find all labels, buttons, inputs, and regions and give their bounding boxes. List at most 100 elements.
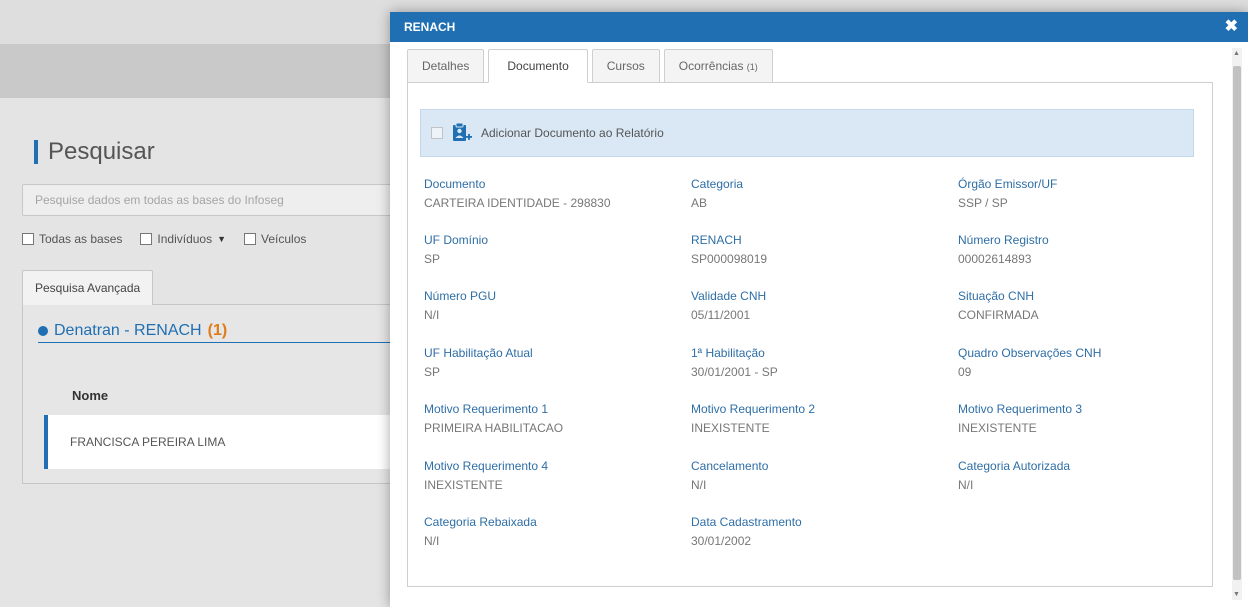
field-motivo-requerimento-1: Motivo Requerimento 1 PRIMEIRA HABILITAC… xyxy=(424,402,563,435)
filter-all-bases[interactable]: Todas as bases xyxy=(22,232,122,246)
field-data-cadastramento: Data Cadastramento 30/01/2002 xyxy=(691,515,802,548)
field-numero-pgu: Número PGU N/I xyxy=(424,289,496,322)
field-label: Data Cadastramento xyxy=(691,515,802,529)
field-value: CONFIRMADA xyxy=(958,308,1039,322)
field-value: INEXISTENTE xyxy=(691,421,770,435)
filter-all-bases-label: Todas as bases xyxy=(39,232,123,246)
page-title: Pesquisar xyxy=(34,138,155,166)
document-tab-panel: Adicionar Documento ao Relatório Documen… xyxy=(407,82,1213,587)
field-uf-habilitacao-atual: UF Habilitação Atual SP xyxy=(424,346,533,379)
field-validade-cnh: Validade CNH 05/11/2001 xyxy=(691,289,766,322)
filter-vehicles[interactable]: Veículos xyxy=(244,232,306,246)
field-label: RENACH xyxy=(691,233,742,247)
field-motivo-requerimento-3: Motivo Requerimento 3 INEXISTENTE xyxy=(958,402,1082,435)
field-label: Quadro Observações CNH xyxy=(958,346,1102,360)
field-label: Motivo Requerimento 4 xyxy=(424,459,549,473)
field-label: Número Registro xyxy=(958,233,1049,247)
field-label: Cancelamento xyxy=(691,459,769,473)
add-to-report-bar[interactable]: Adicionar Documento ao Relatório xyxy=(420,109,1194,157)
field-label: Categoria Rebaixada xyxy=(424,515,537,529)
field-value: SSP / SP xyxy=(958,196,1008,210)
field-label: Documento xyxy=(424,177,486,191)
field-label: Órgão Emissor/UF xyxy=(958,177,1058,191)
modal-header: RENACH xyxy=(390,12,1248,42)
renach-modal: RENACH ✖ Detalhes Documento Cursos Ocorr… xyxy=(390,12,1248,607)
filter-individuals-checkbox[interactable] xyxy=(140,233,153,245)
filter-all-bases-checkbox[interactable] xyxy=(22,233,34,245)
field-value: AB xyxy=(691,196,708,210)
field-label: UF Habilitação Atual xyxy=(424,346,533,360)
results-section-count: (1) xyxy=(207,322,228,339)
collapse-icon[interactable] xyxy=(38,326,48,336)
tab-occurrences[interactable]: Ocorrências (1) xyxy=(663,49,773,83)
field-label: Número PGU xyxy=(424,289,497,303)
chevron-down-icon[interactable]: ▼ xyxy=(217,234,226,244)
scrollbar-thumb[interactable] xyxy=(1233,66,1241,580)
modal-title: RENACH xyxy=(404,20,456,34)
scroll-up-icon[interactable]: ▲ xyxy=(1233,50,1240,57)
field-label: Motivo Requerimento 1 xyxy=(424,402,549,416)
search-input[interactable] xyxy=(22,184,402,216)
field-label: Motivo Requerimento 2 xyxy=(691,402,816,416)
results-section-header[interactable]: Denatran - RENACH (1) xyxy=(38,322,227,340)
field-value: N/I xyxy=(691,478,707,492)
scroll-down-icon[interactable]: ▼ xyxy=(1233,591,1240,598)
close-icon[interactable]: ✖ xyxy=(1225,12,1238,42)
field-categoria-autorizada: Categoria Autorizada N/I xyxy=(958,459,1070,492)
title-accent-bar xyxy=(34,140,38,164)
tab-occurrences-label: Ocorrências xyxy=(678,59,744,73)
tab-courses[interactable]: Cursos xyxy=(591,49,660,83)
field-cancelamento: Cancelamento N/I xyxy=(691,459,768,492)
results-section-title: Denatran - RENACH xyxy=(54,322,202,339)
field-primeira-habilitacao: 1ª Habilitação 30/01/2001 - SP xyxy=(691,346,778,379)
add-to-report-label: Adicionar Documento ao Relatório xyxy=(481,126,664,140)
field-value: N/I xyxy=(958,478,974,492)
field-label: Motivo Requerimento 3 xyxy=(958,402,1083,416)
field-situacao-cnh: Situação CNH CONFIRMADA xyxy=(958,289,1039,322)
field-categoria: Categoria AB xyxy=(691,177,743,210)
field-value: SP xyxy=(424,365,441,379)
field-categoria-rebaixada: Categoria Rebaixada N/I xyxy=(424,515,537,548)
page-title-text: Pesquisar xyxy=(48,138,155,165)
tab-details[interactable]: Detalhes xyxy=(407,49,485,83)
field-value: N/I xyxy=(424,308,440,322)
field-motivo-requerimento-4: Motivo Requerimento 4 INEXISTENTE xyxy=(424,459,548,492)
field-label: UF Domínio xyxy=(424,233,489,247)
filter-individuals[interactable]: Indivíduos ▼ xyxy=(140,232,226,246)
field-label: 1ª Habilitação xyxy=(691,346,765,360)
filter-vehicles-label: Veículos xyxy=(261,232,307,246)
tab-document[interactable]: Documento xyxy=(488,49,588,83)
field-renach: RENACH SP000098019 xyxy=(691,233,767,266)
field-value: PRIMEIRA HABILITACAO xyxy=(424,421,564,435)
field-value: SP xyxy=(424,252,441,266)
field-value: INEXISTENTE xyxy=(958,421,1037,435)
add-document-icon xyxy=(451,122,473,144)
tab-occurrences-count: (1) xyxy=(746,62,758,72)
field-label: Situação CNH xyxy=(958,289,1035,303)
search-filters: Todas as bases Indivíduos ▼ Veículos xyxy=(22,232,306,246)
field-label: Categoria xyxy=(691,177,744,191)
field-value: INEXISTENTE xyxy=(424,478,503,492)
field-uf-dominio: UF Domínio SP xyxy=(424,233,488,266)
field-value: 09 xyxy=(958,365,972,379)
field-label: Validade CNH xyxy=(691,289,767,303)
field-value: N/I xyxy=(424,534,440,548)
field-orgao-emissor: Órgão Emissor/UF SSP / SP xyxy=(958,177,1057,210)
modal-scrollbar[interactable]: ▲ ▼ xyxy=(1232,48,1242,600)
modal-tabs: Detalhes Documento Cursos Ocorrências (1… xyxy=(407,49,777,83)
field-value: CARTEIRA IDENTIDADE - 298830 xyxy=(424,196,611,210)
field-label: Categoria Autorizada xyxy=(958,459,1071,473)
filter-vehicles-checkbox[interactable] xyxy=(244,233,257,245)
add-to-report-checkbox[interactable] xyxy=(431,127,443,139)
tab-advanced-search[interactable]: Pesquisa Avançada xyxy=(22,270,154,305)
filter-individuals-label: Indivíduos xyxy=(157,232,213,246)
field-motivo-requerimento-2: Motivo Requerimento 2 INEXISTENTE xyxy=(691,402,815,435)
field-value: 30/01/2001 - SP xyxy=(691,365,778,379)
field-documento: Documento CARTEIRA IDENTIDADE - 298830 xyxy=(424,177,611,210)
field-value: 00002614893 xyxy=(958,252,1032,266)
table-row[interactable]: FRANCISCA PEREIRA LIMA xyxy=(44,415,404,469)
field-value: 05/11/2001 xyxy=(691,308,751,322)
field-numero-registro: Número Registro 00002614893 xyxy=(958,233,1049,266)
column-header-name[interactable]: Nome xyxy=(72,388,108,403)
field-quadro-observacoes: Quadro Observações CNH 09 xyxy=(958,346,1101,379)
